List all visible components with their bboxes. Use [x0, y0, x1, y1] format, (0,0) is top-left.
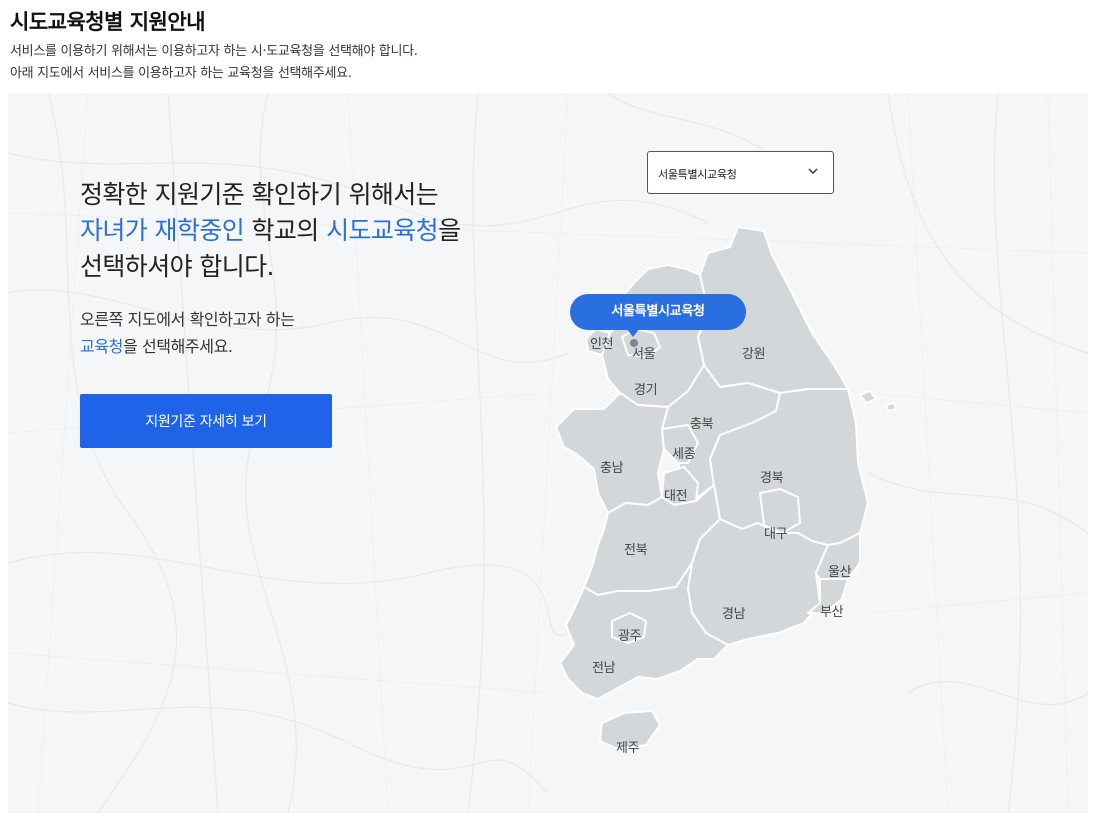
region-shape-ulleung	[859, 390, 877, 404]
page-description-line2: 아래 지도에서 서비스를 이용하고자 하는 교육청을 선택해주세요.	[10, 66, 352, 81]
region-label-jeonbuk[interactable]: 전북	[624, 539, 648, 558]
region-label-incheon[interactable]: 인천	[590, 333, 614, 352]
region-label-ulsan[interactable]: 울산	[828, 561, 852, 580]
page-title: 시도교육청별 지원안내	[10, 10, 206, 34]
region-label-gwangju[interactable]: 광주	[618, 625, 642, 644]
region-label-jeonnam[interactable]: 전남	[592, 657, 616, 676]
region-label-seoul[interactable]: 서울	[632, 343, 656, 362]
selected-office-tooltip[interactable]: 서울특별시교육청	[570, 294, 746, 330]
region-label-sejong[interactable]: 세종	[672, 443, 696, 462]
region-label-busan[interactable]: 부산	[820, 601, 844, 620]
region-label-gyeongnam[interactable]: 경남	[722, 603, 746, 622]
region-label-jeju[interactable]: 제주	[616, 737, 640, 756]
region-label-gyeongbuk[interactable]: 경북	[760, 467, 784, 486]
map-panel: 정확한 지원기준 확인하기 위해서는 자녀가 재학중인 학교의 시도교육청을 선…	[8, 93, 1088, 813]
region-label-gyeonggi[interactable]: 경기	[634, 379, 658, 398]
region-shape-chungnam[interactable]	[555, 392, 669, 514]
region-shape-dokdo	[885, 402, 897, 412]
region-label-gangwon[interactable]: 강원	[742, 343, 766, 362]
region-label-daejeon[interactable]: 대전	[664, 485, 688, 504]
korea-map	[555, 226, 897, 750]
tooltip-arrow	[627, 329, 639, 337]
region-label-chungnam[interactable]: 충남	[600, 457, 624, 476]
region-label-daegu[interactable]: 대구	[764, 523, 788, 542]
region-label-chungbuk[interactable]: 충북	[690, 413, 714, 432]
page-description-line1: 서비스를 이용하기 위해서는 이용하고자 하는 시·도교육청을 선택해야 합니다…	[10, 44, 418, 59]
region-shape-gyeongnam[interactable]	[687, 518, 829, 646]
